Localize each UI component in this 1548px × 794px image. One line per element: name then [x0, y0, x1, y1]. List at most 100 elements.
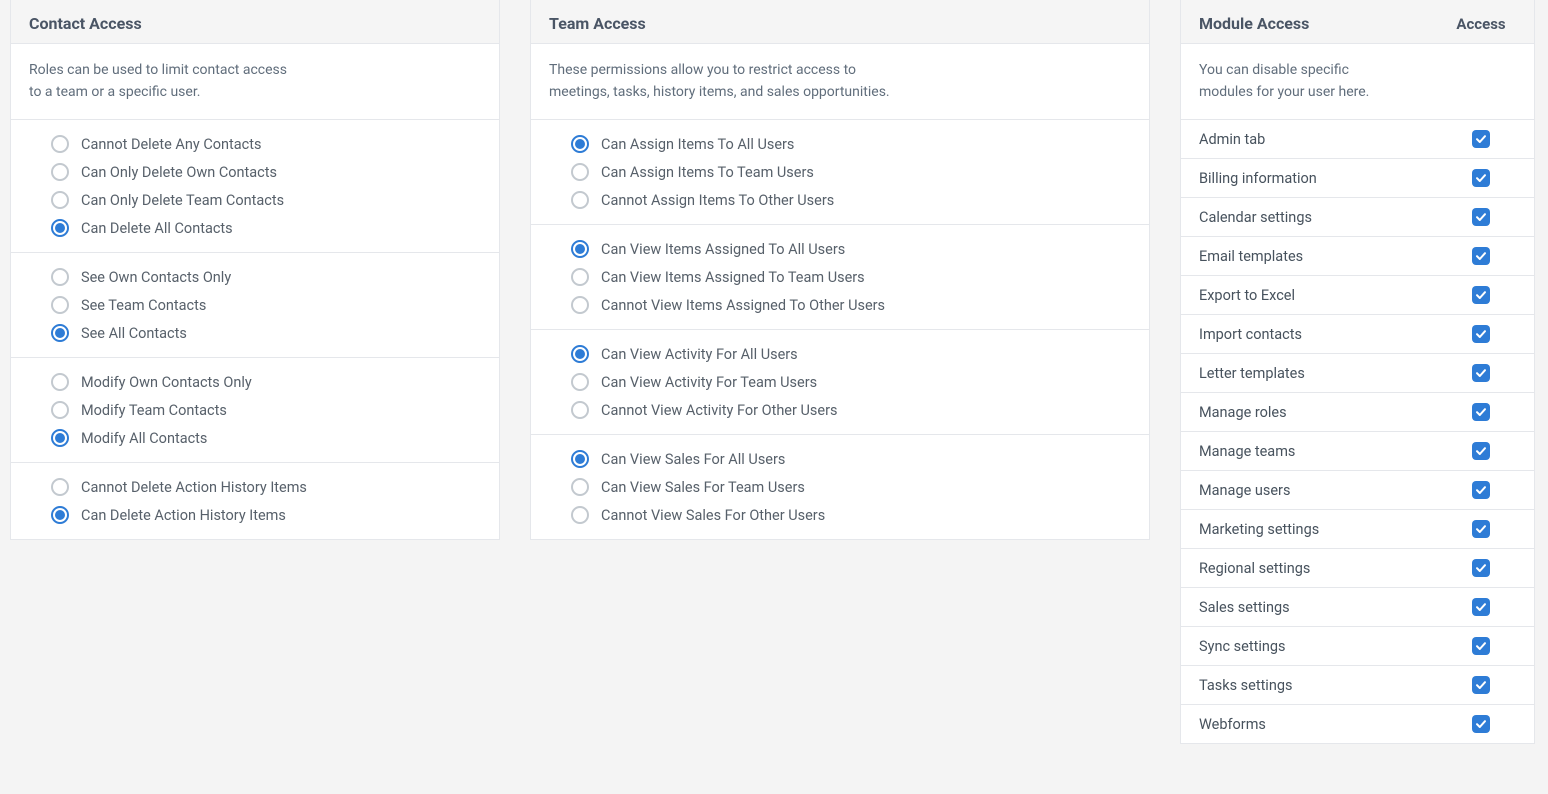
contact-access-header: Contact Access	[11, 0, 499, 44]
module-row: Export to Excel	[1181, 276, 1534, 315]
module-check-cell	[1446, 520, 1516, 538]
module-check-cell	[1446, 130, 1516, 148]
team-radio-option[interactable]: Can View Items Assigned To All Users	[571, 235, 1131, 263]
contact-radio-option[interactable]: Can Delete All Contacts	[51, 214, 481, 242]
contact-radio-option[interactable]: Modify Own Contacts Only	[51, 368, 481, 396]
contact-group-2: Modify Own Contacts OnlyModify Team Cont…	[11, 358, 499, 463]
module-label: Letter templates	[1199, 365, 1446, 382]
module-row: Letter templates	[1181, 354, 1534, 393]
check-icon	[1475, 133, 1487, 145]
team-access-header: Team Access	[531, 0, 1149, 44]
module-check-cell	[1446, 286, 1516, 304]
radio-icon	[51, 163, 69, 181]
radio-icon	[571, 135, 589, 153]
contact-radio-option[interactable]: Modify Team Contacts	[51, 396, 481, 424]
radio-icon	[571, 345, 589, 363]
module-checkbox[interactable]	[1472, 325, 1490, 343]
team-radio-option[interactable]: Cannot View Items Assigned To Other User…	[571, 291, 1131, 319]
radio-icon	[51, 401, 69, 419]
module-checkbox[interactable]	[1472, 130, 1490, 148]
module-row: Tasks settings	[1181, 666, 1534, 705]
module-checkbox[interactable]	[1472, 715, 1490, 733]
module-checkbox[interactable]	[1472, 598, 1490, 616]
contact-radio-option[interactable]: Cannot Delete Any Contacts	[51, 130, 481, 158]
radio-label: Cannot Assign Items To Other Users	[601, 192, 834, 209]
radio-label: See Own Contacts Only	[81, 269, 231, 286]
team-radio-option[interactable]: Can Assign Items To Team Users	[571, 158, 1131, 186]
module-checkbox[interactable]	[1472, 286, 1490, 304]
radio-label: Can Only Delete Own Contacts	[81, 164, 277, 181]
module-checkbox[interactable]	[1472, 403, 1490, 421]
radio-label: Modify All Contacts	[81, 430, 207, 447]
radio-icon	[51, 506, 69, 524]
module-checkbox[interactable]	[1472, 208, 1490, 226]
module-checkbox[interactable]	[1472, 247, 1490, 265]
radio-icon	[51, 373, 69, 391]
module-checkbox[interactable]	[1472, 169, 1490, 187]
module-desc-line1: You can disable specific	[1199, 62, 1349, 78]
radio-label: Can Delete Action History Items	[81, 507, 286, 524]
contact-radio-option[interactable]: Can Delete Action History Items	[51, 501, 481, 529]
team-group-1: Can View Items Assigned To All Users Can …	[531, 225, 1149, 330]
module-row: Manage teams	[1181, 432, 1534, 471]
module-checkbox[interactable]	[1472, 442, 1490, 460]
module-label: Tasks settings	[1199, 677, 1446, 694]
radio-label: Cannot View Items Assigned To Other User…	[601, 297, 885, 314]
module-check-cell	[1446, 247, 1516, 265]
module-label: Calendar settings	[1199, 209, 1446, 226]
team-radio-option[interactable]: Cannot Assign Items To Other Users	[571, 186, 1131, 214]
radio-icon	[51, 296, 69, 314]
module-checkbox[interactable]	[1472, 520, 1490, 538]
module-check-cell	[1446, 364, 1516, 382]
contact-radio-option[interactable]: Can Only Delete Own Contacts	[51, 158, 481, 186]
team-radio-option[interactable]: Cannot View Activity For Other Users	[571, 396, 1131, 424]
contact-access-panel: Contact Access Roles can be used to limi…	[10, 0, 500, 540]
radio-label: Can View Items Assigned To All Users	[601, 241, 845, 258]
module-label: Sales settings	[1199, 599, 1446, 616]
team-access-title: Team Access	[549, 14, 1131, 33]
team-radio-option[interactable]: Can View Items Assigned To Team Users	[571, 263, 1131, 291]
module-label: Sync settings	[1199, 638, 1446, 655]
module-access-description: You can disable specific modules for you…	[1181, 44, 1534, 120]
contact-radio-option[interactable]: See Own Contacts Only	[51, 263, 481, 291]
team-radio-option[interactable]: Can Assign Items To All Users	[571, 130, 1131, 158]
radio-label: See Team Contacts	[81, 297, 206, 314]
module-check-cell	[1446, 481, 1516, 499]
module-checkbox[interactable]	[1472, 559, 1490, 577]
check-icon	[1475, 640, 1487, 652]
module-label: Manage teams	[1199, 443, 1446, 460]
module-checkbox[interactable]	[1472, 676, 1490, 694]
module-label: Import contacts	[1199, 326, 1446, 343]
contact-radio-option[interactable]: See All Contacts	[51, 319, 481, 347]
radio-icon	[51, 478, 69, 496]
module-check-cell	[1446, 598, 1516, 616]
module-row: Sync settings	[1181, 627, 1534, 666]
contact-radio-option[interactable]: See Team Contacts	[51, 291, 481, 319]
module-row: Billing information	[1181, 159, 1534, 198]
module-label: Webforms	[1199, 716, 1446, 733]
team-radio-option[interactable]: Can View Sales For Team Users	[571, 473, 1131, 501]
team-radio-option[interactable]: Cannot View Sales For Other Users	[571, 501, 1131, 529]
check-icon	[1475, 172, 1487, 184]
module-row: Marketing settings	[1181, 510, 1534, 549]
team-radio-option[interactable]: Can View Sales For All Users	[571, 445, 1131, 473]
radio-icon	[571, 506, 589, 524]
check-icon	[1475, 250, 1487, 262]
contact-group-3: Cannot Delete Action History Items Can De…	[11, 463, 499, 539]
module-access-title: Module Access	[1199, 14, 1446, 33]
contact-radio-option[interactable]: Can Only Delete Team Contacts	[51, 186, 481, 214]
module-checkbox[interactable]	[1472, 637, 1490, 655]
contact-radio-option[interactable]: Cannot Delete Action History Items	[51, 473, 481, 501]
team-radio-option[interactable]: Can View Activity For Team Users	[571, 368, 1131, 396]
module-check-cell	[1446, 637, 1516, 655]
module-access-panel: Module Access Access You can disable spe…	[1180, 0, 1535, 744]
module-check-cell	[1446, 169, 1516, 187]
module-checkbox[interactable]	[1472, 364, 1490, 382]
radio-icon	[571, 163, 589, 181]
radio-icon	[571, 296, 589, 314]
team-group-0: Can Assign Items To All UsersCan Assign …	[531, 120, 1149, 225]
contact-radio-option[interactable]: Modify All Contacts	[51, 424, 481, 452]
module-checkbox[interactable]	[1472, 481, 1490, 499]
team-radio-option[interactable]: Can View Activity For All Users	[571, 340, 1131, 368]
contact-group-0: Cannot Delete Any Contacts Can Only Delet…	[11, 120, 499, 253]
